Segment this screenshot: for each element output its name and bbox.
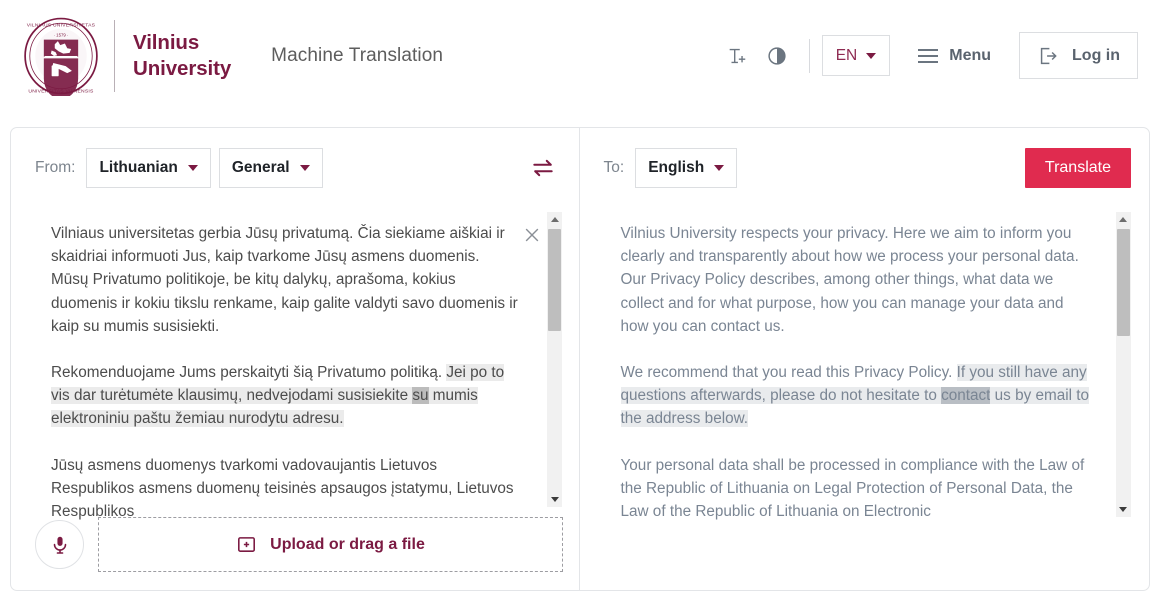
paragraph: Vilnius University respects your privacy…: [621, 222, 1091, 338]
menu-button[interactable]: Menu: [904, 35, 1005, 76]
header-separator: [808, 38, 810, 73]
chevron-down-icon: [299, 165, 310, 171]
source-domain-select[interactable]: General: [218, 148, 323, 188]
vilnius-university-seal-icon: VILNIAUS UNIVERSITETAS · 1579 · UNIVERSI…: [24, 17, 98, 96]
highlight-active: contact: [941, 387, 991, 405]
logo-line-2: University: [133, 56, 232, 80]
paragraph: We recommend that you read this Privacy …: [620, 361, 1091, 431]
logo-divider: [114, 19, 115, 92]
translator-card: From: Lithuanian General Vilniaus univer…: [10, 127, 1150, 591]
triangle-up-icon: [1119, 217, 1127, 222]
target-pane: To: English Translate Vilnius University…: [580, 128, 1150, 590]
language-value: EN: [835, 46, 858, 64]
swap-arrows-icon: [532, 159, 553, 177]
login-arrow-icon: [1040, 47, 1057, 64]
contrast-icon: [768, 46, 786, 65]
app-title: Machine Translation: [271, 44, 444, 66]
scroll-down-button[interactable]: [1116, 502, 1131, 517]
scrollbar-thumb[interactable]: [1116, 229, 1130, 336]
triangle-down-icon: [1119, 507, 1127, 512]
hamburger-icon: [918, 48, 939, 63]
target-toolbar: To: English Translate: [580, 128, 1150, 208]
svg-text:VILNIAUS UNIVERSITETAS: VILNIAUS UNIVERSITETAS: [27, 22, 96, 28]
chevron-down-icon: [714, 165, 725, 171]
from-label: From:: [35, 159, 76, 176]
text-size-button[interactable]: [717, 36, 757, 76]
source-domain-value: General: [231, 159, 290, 176]
text-run: We recommend that you read this Privacy …: [620, 364, 957, 382]
header-actions: EN Menu Log in: [717, 32, 1138, 79]
logo-line-1: Vilnius: [133, 30, 200, 54]
logo-wordmark: Vilnius University: [133, 30, 231, 81]
svg-text:UNIVERSITAS VILNENSIS: UNIVERSITAS VILNENSIS: [28, 88, 94, 94]
target-language-value: English: [648, 159, 705, 176]
text-run: Your personal data shall be processed in…: [620, 456, 1085, 521]
login-label: Log in: [1072, 46, 1120, 64]
vu-logo[interactable]: VILNIAUS UNIVERSITETAS · 1579 · UNIVERSI…: [22, 16, 231, 96]
chevron-down-icon: [866, 52, 877, 59]
target-text-region: Vilnius University respects your privacy…: [11, 208, 1149, 590]
language-selector[interactable]: EN: [821, 35, 891, 76]
contrast-button[interactable]: [757, 36, 797, 76]
text-run: Vilnius University respects your privacy…: [620, 225, 1079, 335]
to-label: To:: [603, 159, 625, 176]
scroll-up-button[interactable]: [1116, 212, 1131, 227]
source-language-select[interactable]: Lithuanian: [86, 148, 211, 188]
target-language-select[interactable]: English: [635, 148, 738, 188]
target-scrollbar[interactable]: [1115, 212, 1131, 517]
page-header: VILNIAUS UNIVERSITETAS · 1579 · UNIVERSI…: [0, 0, 1160, 111]
translate-button[interactable]: Translate: [1024, 148, 1131, 188]
chevron-down-icon: [187, 165, 198, 171]
paragraph: Your personal data shall be processed in…: [621, 454, 1091, 524]
svg-text:· 1579 ·: · 1579 ·: [53, 32, 68, 37]
source-toolbar: From: Lithuanian General: [11, 128, 579, 208]
menu-label: Menu: [949, 46, 992, 64]
target-textarea[interactable]: Vilnius University respects your privacy…: [620, 222, 1091, 546]
login-button[interactable]: Log in: [1019, 32, 1138, 79]
source-language-value: Lithuanian: [99, 159, 178, 176]
text-size-icon: [729, 48, 745, 63]
swap-languages-button[interactable]: [525, 150, 561, 186]
